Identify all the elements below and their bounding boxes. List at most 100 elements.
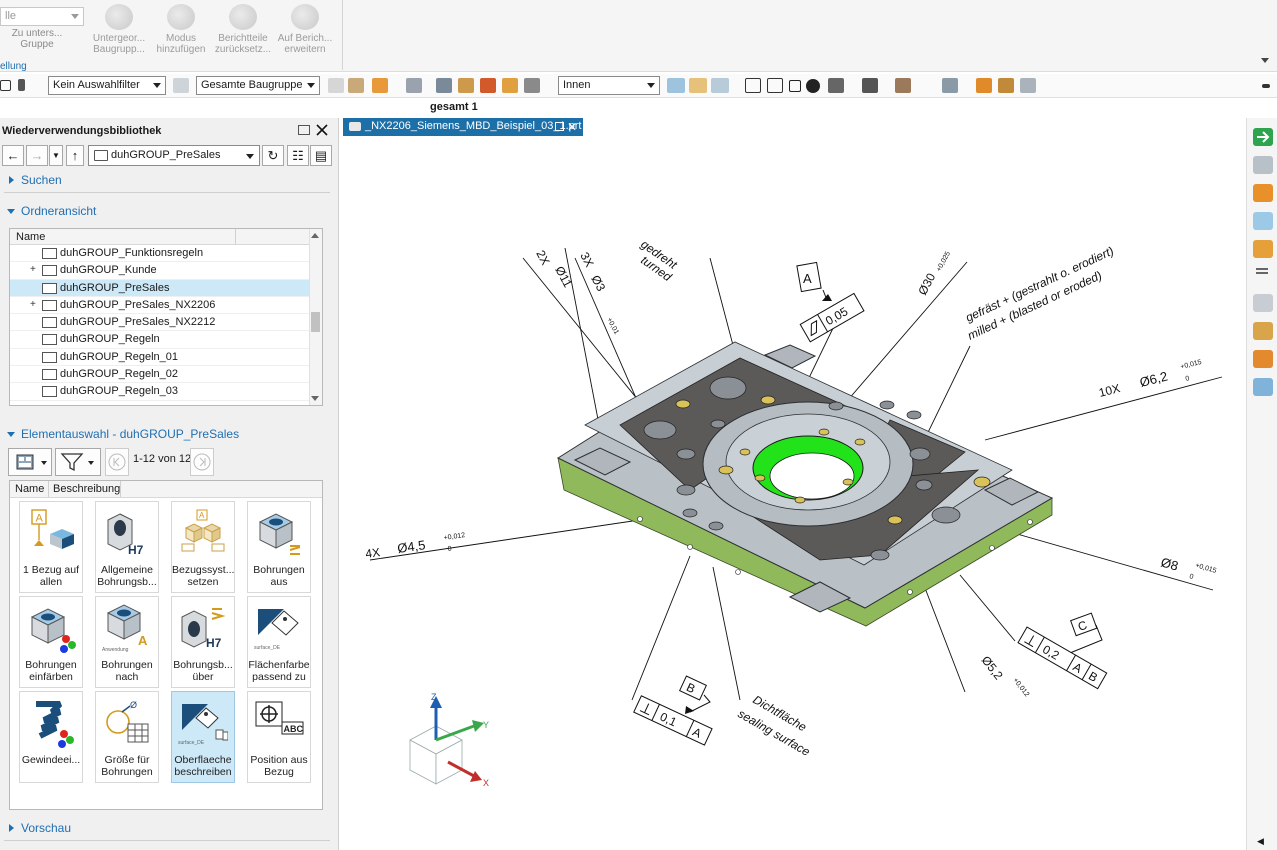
tree-row[interactable]: duhGROUP_Regeln_03 [10,383,310,401]
datum-c-feature[interactable]: C 0,2 A B [1017,612,1108,690]
tree-row[interactable]: duhGROUP_Regeln_02 [10,366,310,384]
close-icon[interactable] [316,124,328,136]
section-search[interactable]: Suchen [0,171,330,193]
snap-quadrant-icon[interactable] [524,78,540,93]
pin-icon[interactable] [555,122,564,131]
back-arrow-icon[interactable]: ← [2,145,24,166]
measure-icon[interactable] [942,78,958,93]
settings-gear-icon[interactable] [862,78,878,93]
datum-b-feature[interactable]: B 0,1 A [633,675,713,746]
view-wireframe-icon[interactable] [711,78,729,93]
tree-row[interactable]: + duhGROUP_PreSales_NX2206 [10,297,310,315]
folder-path-dropdown[interactable]: duhGROUP_PreSales [88,145,260,166]
pmi-navigator-icon[interactable] [1253,240,1273,258]
ribbon-button-reset-report[interactable]: Berichtteile zurücksetz... [208,2,278,62]
box-icon[interactable] [789,80,801,92]
document-tab[interactable]: _NX2206_Siemens_MBD_Beispiel_03_1.prt ✕ [343,118,583,136]
library-item-thread[interactable]: Gewindeei... [19,691,83,783]
scroll-down-icon[interactable] [311,396,319,401]
ribbon-button-extend-report[interactable]: Auf Berich... erweitern [270,2,340,62]
select-body-icon[interactable] [348,78,364,93]
scope-dropdown[interactable]: Gesamte Baugruppe [196,76,320,95]
library-item-hole-over[interactable]: H7 Bohrungsb... über [171,596,235,688]
part-navigator-icon[interactable] [1253,184,1273,202]
toolbar-overflow-icon[interactable] [1262,84,1270,88]
library-item-general-hole[interactable]: H7 Allgemeine Bohrungsb... [95,501,159,593]
graphics-viewport[interactable]: _NX2206_Siemens_MBD_Beispiel_03_1.prt ✕ [343,118,1245,850]
ribbon-collapse-icon[interactable] [1261,58,1269,63]
library-item-color-holes[interactable]: Bohrungen einfärben [19,596,83,688]
tree-header[interactable]: Name [10,229,322,245]
scroll-thumb[interactable] [311,312,320,332]
tree-row[interactable]: duhGROUP_Regeln_01 [10,349,310,367]
history-dropdown-icon[interactable]: ▼ [49,145,63,166]
forward-arrow-icon[interactable]: → [26,145,48,166]
lock-icon[interactable] [18,79,25,91]
section-icon[interactable] [895,78,911,93]
library-item-holes-from[interactable]: Bohrungen aus [247,501,311,593]
library-item-datum-all[interactable]: A 1 Bezug auf allen [19,501,83,593]
expand-toggle-icon[interactable]: + [30,264,36,275]
select-feature-icon[interactable] [406,78,422,93]
zoom-icon[interactable] [767,78,783,93]
library-item-face-color[interactable]: surface_DE Flächenfarbe passend zu [247,596,311,688]
library-item-position-datum[interactable]: ABC Position aus Bezug [247,691,311,783]
page-previous-icon[interactable] [105,448,129,476]
ribbon-combo[interactable]: lle [0,7,84,26]
tree-scrollbar[interactable] [309,229,322,405]
select-face-icon[interactable] [328,78,344,93]
orange-box-icon[interactable] [976,78,992,93]
tree-row[interactable]: duhGROUP_Regeln [10,331,310,349]
filter-icon[interactable] [173,78,189,93]
grid-header-description[interactable]: Beschreibung [53,483,120,495]
library-tree-icon[interactable]: ☷ [287,145,309,166]
library-item-surface-describe[interactable]: surface_DE Oberflaeche beschreiben [171,691,235,783]
web-browser-icon[interactable] [1253,350,1273,368]
render-style-icon[interactable] [806,79,820,93]
library-item-hole-size[interactable]: Ø Größe für Bohrungen [95,691,159,783]
scroll-up-icon[interactable] [311,233,319,238]
view-mode-button[interactable] [8,448,52,476]
selection-filter-dropdown[interactable]: Kein Auswahlfilter [48,76,166,95]
datum-a-feature[interactable]: A 0,05 [796,261,865,343]
ribbon-button-group-examine[interactable]: Zu unters... Gruppe [2,28,72,58]
arrow-right-icon[interactable] [1253,128,1273,146]
rightbar-collapse-icon[interactable]: ◀ [1257,836,1264,847]
checkbox-icon[interactable] [0,80,11,91]
expand-toggle-icon[interactable]: + [30,299,36,310]
snap-center-icon[interactable] [480,78,496,93]
library-item-holes-by[interactable]: A Anwendung Bohrungen nach [95,596,159,688]
close-icon[interactable]: ✕ [567,120,577,134]
orientation-triad[interactable]: Z Y X [409,692,489,788]
up-arrow-icon[interactable]: ↑ [66,145,84,166]
snap-end-icon[interactable] [458,78,474,93]
hd3d-tools-icon[interactable] [1253,322,1273,340]
tree-row[interactable]: duhGROUP_Funktionsregeln [10,245,310,263]
grid-header-name[interactable]: Name [15,483,44,495]
fit-view-icon[interactable] [745,78,761,93]
history-icon[interactable] [1253,378,1273,396]
filter-button[interactable] [55,448,101,476]
clipboard-icon[interactable]: ▤ [310,145,332,166]
part-body[interactable] [556,341,1054,627]
ribbon-button-subassembly[interactable]: Untergeor... Baugrupp... [84,2,154,62]
snap-point-icon[interactable] [436,78,452,93]
section-preview[interactable]: Vorschau [0,819,330,841]
layer-icon[interactable] [828,78,844,93]
section-folder-view[interactable]: Ordneransicht [0,202,330,222]
library-item-datum-system[interactable]: A Bezugssyst... setzen [171,501,235,593]
snap-mode-dropdown[interactable]: Innen [558,76,660,95]
section-element-selection[interactable]: Elementauswahl - duhGROUP_PreSales [0,425,330,445]
reuse-library-icon[interactable] [1253,294,1273,312]
tree-row[interactable]: duhGROUP_PreSales_NX2212 [10,314,310,332]
page-next-icon[interactable] [190,448,214,476]
tree-row[interactable]: + duhGROUP_Kunde [10,262,310,280]
refresh-icon[interactable]: ↻ [262,145,284,166]
ribbon-button-add-mode[interactable]: Modus hinzufügen [146,2,216,62]
snap-mid-icon[interactable] [502,78,518,93]
assembly-navigator-icon[interactable] [1253,156,1273,174]
constraint-navigator-icon[interactable] [1253,212,1273,230]
ruler-icon[interactable] [1020,78,1036,93]
select-component-icon[interactable] [372,78,388,93]
view-shaded-edges-icon[interactable] [689,78,707,93]
